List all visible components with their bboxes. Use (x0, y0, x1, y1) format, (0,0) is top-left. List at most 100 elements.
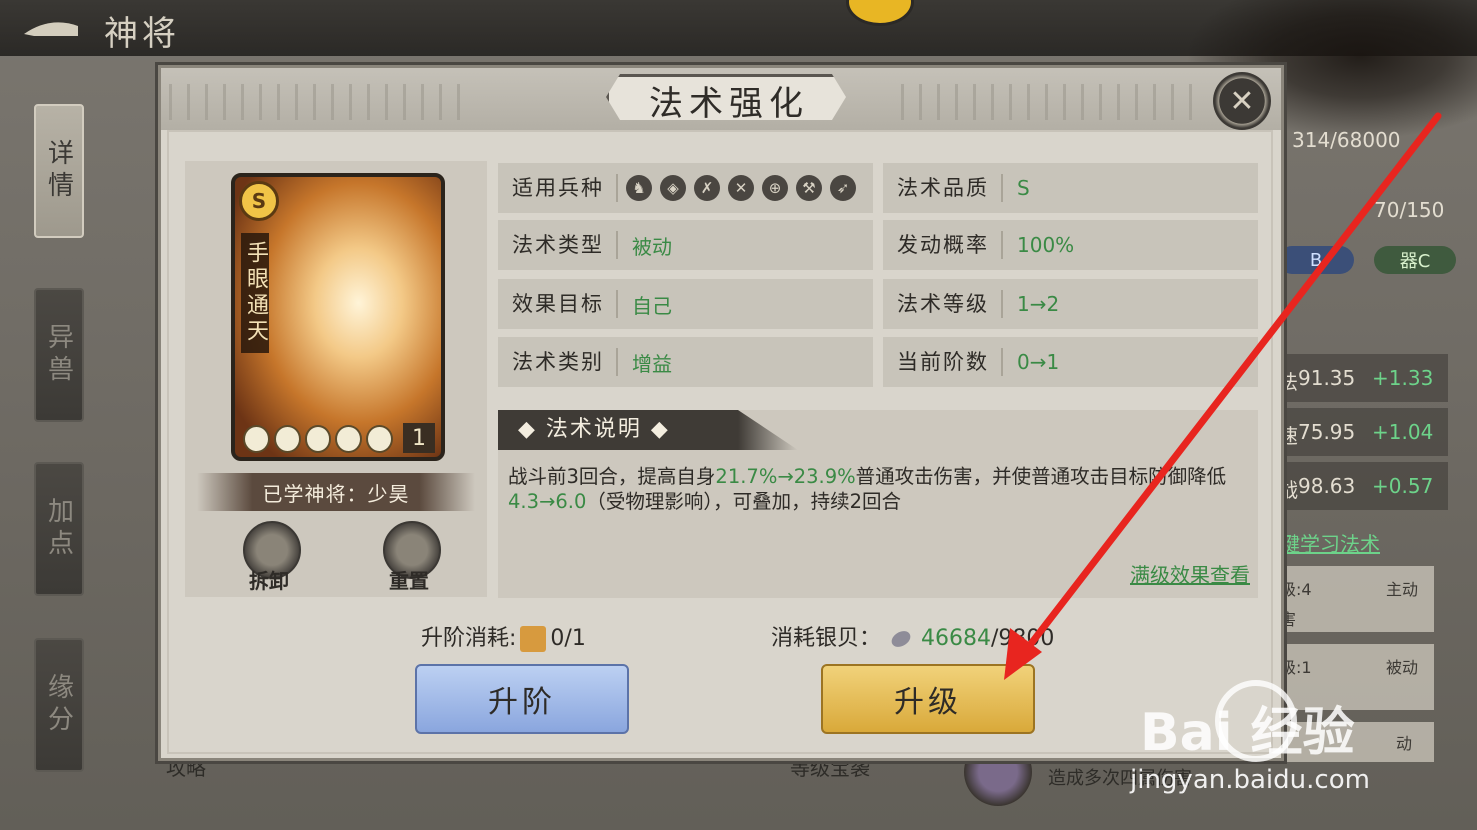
cannon-icon: ➶ (830, 175, 856, 201)
upgrade-button-label: 升级 (894, 685, 962, 720)
silver-have: 46684 (921, 626, 992, 651)
star-row (243, 425, 393, 453)
desc-part: 普通攻击伤害，并使普通攻击目标防御降低 (855, 465, 1227, 488)
axe-icon: ⚒ (796, 175, 822, 201)
header-pattern (901, 84, 1201, 120)
spell-enhance-modal: 法术强化 ✕ S 手眼通天 1 已学神将：少昊 拆卸 重置 适用兵种 ♞ ◈ ✗… (158, 65, 1284, 761)
weapon-tag-c[interactable]: 器C (1374, 246, 1456, 274)
spear-icon: ✗ (694, 175, 720, 201)
learn-spell-link[interactable]: 键学习法术 (1280, 528, 1380, 557)
advance-cost: 升阶消耗: 0/1 (421, 620, 586, 652)
modal-title: 法术强化 (649, 83, 809, 124)
cavalry-icon: ♞ (626, 175, 652, 201)
info-value: 增益 (632, 351, 672, 376)
spell-card-art[interactable]: S 手眼通天 1 (231, 173, 445, 461)
tab-label: 缘分 (43, 673, 74, 737)
description-text: 战斗前3回合，提高自身21.7%→23.9%普通攻击伤害，并使普通攻击目标防御降… (508, 464, 1252, 514)
spell-card-level: 级:4 (1280, 580, 1312, 599)
stat-delta: +1.04 (1372, 420, 1434, 444)
spell-name: 手眼通天 (241, 233, 269, 353)
info-type: 法术类型 被动 (498, 220, 873, 270)
full-level-effect-link[interactable]: 满级效果查看 (1130, 559, 1250, 588)
tab-fate[interactable]: 缘分 (34, 638, 84, 772)
modal-header: 法术强化 ✕ (161, 68, 1281, 130)
info-label: 发动概率 (883, 231, 1003, 259)
stat-delta: +0.57 (1372, 474, 1434, 498)
info-value: 1→2 (1017, 292, 1060, 316)
spell-description-panel: ◆ 法术说明 ◆ 战斗前3回合，提高自身21.7%→23.9%普通攻击伤害，并使… (498, 410, 1258, 598)
star-icon (243, 425, 270, 453)
upgrade-button[interactable]: 升级 (821, 664, 1035, 734)
desc-part: 战斗前3回合，提高自身 (508, 465, 716, 488)
dismantle-label: 拆卸 (249, 569, 289, 593)
info-label: 法术品质 (883, 174, 1003, 202)
tab-points[interactable]: 加点 (34, 462, 84, 596)
advance-button[interactable]: 升阶 (415, 664, 629, 734)
hp-readout: 314/68000 (1292, 128, 1401, 152)
star-icon (335, 425, 363, 453)
shield-icon: ◈ (660, 175, 686, 201)
page-title: 神将 (104, 14, 180, 54)
spell-card[interactable]: 级:4 主动 害 (1276, 566, 1434, 632)
description-header: ◆ 法术说明 ◆ (498, 410, 798, 450)
silver-need: /9800 (991, 626, 1055, 651)
scroll-icon (520, 626, 547, 652)
advance-cost-label: 升阶消耗: (421, 626, 517, 651)
troop-icons: ♞ ◈ ✗ ✕ ⊕ ⚒ ➶ (618, 175, 856, 201)
stat-value: 75.95 (1298, 420, 1356, 444)
watermark-url: jingyan.baidu.com (1130, 765, 1370, 795)
info-stage: 当前阶数 0→1 (883, 337, 1258, 387)
troop-tag-b[interactable]: B (1278, 246, 1354, 274)
spell-card-type: 主动 (1386, 580, 1419, 599)
desc-part: （受物理影响），可叠加，持续2回合 (586, 490, 902, 513)
grade-badge: S (239, 181, 279, 221)
top-coin-icon[interactable] (846, 0, 914, 26)
star-icon (273, 425, 301, 453)
close-button[interactable]: ✕ (1213, 72, 1271, 130)
info-value: 0→1 (1017, 350, 1060, 374)
spell-card-panel: S 手眼通天 1 已学神将：少昊 拆卸 重置 (185, 161, 487, 597)
star-icon (304, 425, 332, 453)
star-icon (366, 425, 393, 453)
desc-highlight: 21.7%→23.9% (715, 465, 856, 488)
spell-card-level: 级:1 (1280, 658, 1312, 677)
header-pattern (169, 84, 469, 120)
info-label: 效果目标 (498, 290, 618, 318)
description-title: 法术说明 (545, 417, 642, 442)
reset-label: 重置 (389, 569, 429, 593)
advance-button-label: 升阶 (488, 685, 556, 720)
silver-shell-icon (888, 627, 914, 651)
advance-cost-value: 0/1 (550, 626, 586, 651)
info-quality: 法术品质 S (883, 163, 1258, 213)
title-plate: 法术强化 (606, 74, 846, 124)
tab-details[interactable]: 详情 (34, 104, 84, 238)
silver-cost: 消耗银贝： 46684/9800 (771, 620, 1054, 652)
troops-readout: 70/150 (1374, 198, 1445, 222)
info-value: 自己 (632, 293, 672, 318)
crossed-swords-icon: ✕ (728, 175, 754, 201)
tab-label: 详情 (43, 139, 74, 203)
tab-label: 加点 (43, 497, 74, 561)
info-target: 效果目标 自己 (498, 279, 873, 329)
info-category: 法术类别 增益 (498, 337, 873, 387)
stat-value: 91.35 (1298, 366, 1356, 390)
spell-card-type: 被动 (1386, 658, 1419, 677)
troop-tag-b-label: B (1309, 249, 1323, 271)
stat-delta: +1.33 (1372, 366, 1434, 390)
info-label: 法术等级 (883, 290, 1003, 318)
back-button[interactable] (20, 12, 82, 44)
info-value: 100% (1017, 233, 1075, 257)
info-value: 被动 (632, 234, 672, 259)
weapon-tag-c-label: 器C (1399, 251, 1431, 272)
stat-row: 战 98.63 +0.57 (1276, 462, 1448, 510)
spell-card-type: 动 (1396, 734, 1413, 753)
close-icon: ✕ (1229, 83, 1255, 119)
silver-cost-label: 消耗银贝： (771, 626, 882, 651)
info-probability: 发动概率 100% (883, 220, 1258, 270)
desc-highlight: 4.3→6.0 (508, 490, 587, 513)
card-level: 1 (403, 423, 435, 453)
stat-row: 法 91.35 +1.33 (1276, 354, 1448, 402)
info-label: 适用兵种 (498, 174, 618, 202)
tab-beast[interactable]: 异兽 (34, 288, 84, 422)
stat-value: 98.63 (1298, 474, 1356, 498)
